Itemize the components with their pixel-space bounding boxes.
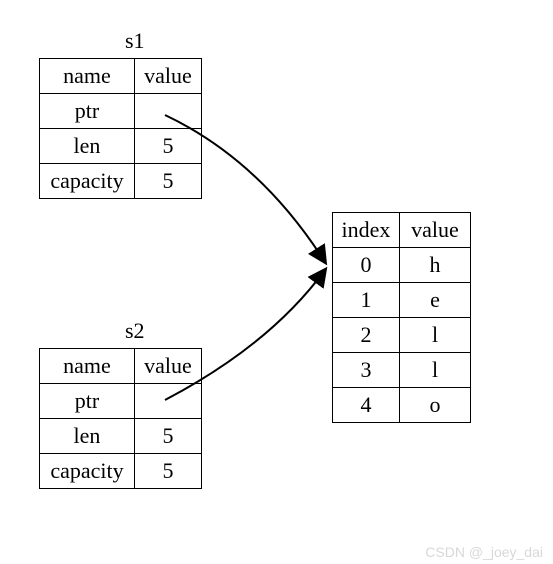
heap-row0-index: 0 (333, 248, 400, 283)
s1-row2-value: 5 (135, 164, 202, 199)
heap-row1-index: 1 (333, 283, 400, 318)
s1-table: name value ptr len 5 capacity 5 (39, 58, 202, 199)
s1-row1-value: 5 (135, 129, 202, 164)
s2-row0-name: ptr (40, 384, 135, 419)
watermark: CSDN @_joey_dai (425, 544, 543, 560)
s1-row2-name: capacity (40, 164, 135, 199)
table-row: capacity 5 (40, 454, 202, 489)
table-row: 0 h (333, 248, 471, 283)
heap-row0-value: h (400, 248, 471, 283)
s2-row1-value: 5 (135, 419, 202, 454)
heap-table: index value 0 h 1 e 2 l 3 l 4 o (332, 212, 471, 423)
table-row: 1 e (333, 283, 471, 318)
s2-row0-value (135, 384, 202, 419)
table-row: 4 o (333, 388, 471, 423)
s1-title: s1 (125, 28, 145, 54)
heap-header-index: index (333, 213, 400, 248)
s1-header-row: name value (40, 59, 202, 94)
heap-row3-value: l (400, 353, 471, 388)
s2-row2-name: capacity (40, 454, 135, 489)
s1-row0-name: ptr (40, 94, 135, 129)
heap-row2-value: l (400, 318, 471, 353)
s2-title: s2 (125, 318, 145, 344)
heap-row4-index: 4 (333, 388, 400, 423)
s2-row1-name: len (40, 419, 135, 454)
heap-row3-index: 3 (333, 353, 400, 388)
s1-row1-name: len (40, 129, 135, 164)
table-row: 2 l (333, 318, 471, 353)
s2-row2-value: 5 (135, 454, 202, 489)
s2-header-value: value (135, 349, 202, 384)
heap-header-value: value (400, 213, 471, 248)
table-row: len 5 (40, 129, 202, 164)
table-row: len 5 (40, 419, 202, 454)
heap-header-row: index value (333, 213, 471, 248)
s2-table: name value ptr len 5 capacity 5 (39, 348, 202, 489)
heap-row1-value: e (400, 283, 471, 318)
s2-header-row: name value (40, 349, 202, 384)
table-row: ptr (40, 94, 202, 129)
table-row: ptr (40, 384, 202, 419)
heap-row2-index: 2 (333, 318, 400, 353)
table-row: capacity 5 (40, 164, 202, 199)
table-row: 3 l (333, 353, 471, 388)
heap-row4-value: o (400, 388, 471, 423)
s2-header-name: name (40, 349, 135, 384)
s1-header-value: value (135, 59, 202, 94)
s1-header-name: name (40, 59, 135, 94)
s1-row0-value (135, 94, 202, 129)
